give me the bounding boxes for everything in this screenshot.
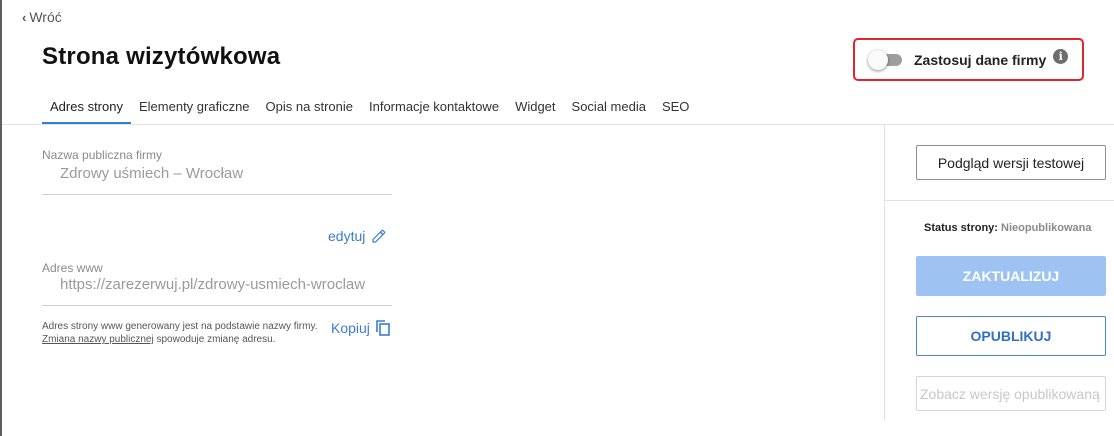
page-title: Strona wizytówkowa <box>42 43 281 70</box>
view-published-button[interactable]: Zobacz wersję opublikowaną <box>916 376 1106 411</box>
page-status: Status strony: Nieopublikowana <box>924 222 1092 234</box>
help-line-1: Adres strony www generowany jest na pods… <box>42 321 318 332</box>
www-field: https://zarezerwuj.pl/zdrowy-usmiech-wro… <box>60 276 366 293</box>
update-button[interactable]: ZAKTUALIZUJ <box>916 256 1106 296</box>
copy-label: Kopiuj <box>331 320 370 336</box>
rename-public-name-link[interactable]: Zmiana nazwy publicznej <box>42 334 154 345</box>
back-link[interactable]: ‹ Wróć <box>22 9 62 25</box>
apply-company-data-switch[interactable] <box>868 49 902 70</box>
tabs-divider <box>2 124 1114 125</box>
www-underline <box>42 305 392 306</box>
window-left-border <box>0 0 2 436</box>
tab-seo[interactable]: SEO <box>654 90 697 124</box>
tab-bar: Adres strony Elementy graficzne Opis na … <box>42 90 697 124</box>
pencil-icon <box>372 229 386 243</box>
tab-elementy-graficzne[interactable]: Elementy graficzne <box>131 90 258 124</box>
tab-social-media[interactable]: Social media <box>564 90 654 124</box>
www-label: Adres www <box>42 261 103 275</box>
edit-label: edytuj <box>328 228 366 244</box>
public-name-label: Nazwa publiczna firmy <box>42 148 163 162</box>
publish-button[interactable]: OPUBLIKUJ <box>916 316 1106 356</box>
www-help-text: Adres strony www generowany jest na pods… <box>42 320 317 346</box>
copy-icon <box>376 320 390 336</box>
chevron-left-icon: ‹ <box>22 9 27 25</box>
tab-adres-strony[interactable]: Adres strony <box>42 90 131 124</box>
switch-knob <box>868 49 888 70</box>
copy-address-button[interactable]: Kopiuj <box>331 320 390 336</box>
tab-informacje-kontaktowe[interactable]: Informacje kontaktowe <box>361 90 507 124</box>
status-label: Status strony: <box>924 222 998 234</box>
status-badge: Nieopublikowana <box>1001 222 1092 234</box>
apply-company-data-toggle-box: Zastosuj dane firmy i <box>853 38 1084 81</box>
apply-company-data-label: Zastosuj dane firmy <box>914 51 1047 68</box>
help-line-2-rest: spowoduje zmianę adresu. <box>153 334 276 345</box>
help-line-2: Zmiana nazwy publicznej spowoduje zmianę… <box>42 333 317 346</box>
tab-widget[interactable]: Widget <box>507 90 563 124</box>
public-name-field: Zdrowy uśmiech – Wrocław <box>60 165 244 182</box>
sidebar-divider-vertical <box>884 125 885 421</box>
preview-test-version-button[interactable]: Podgląd wersji testowej <box>916 145 1106 180</box>
info-icon[interactable]: i <box>1053 49 1069 64</box>
public-name-underline <box>42 194 392 195</box>
tab-opis-na-stronie[interactable]: Opis na stronie <box>258 90 361 124</box>
back-link-label: Wróć <box>29 9 62 25</box>
sidebar-divider-horizontal <box>884 200 1114 201</box>
edit-public-name-button[interactable]: edytuj <box>328 228 387 244</box>
